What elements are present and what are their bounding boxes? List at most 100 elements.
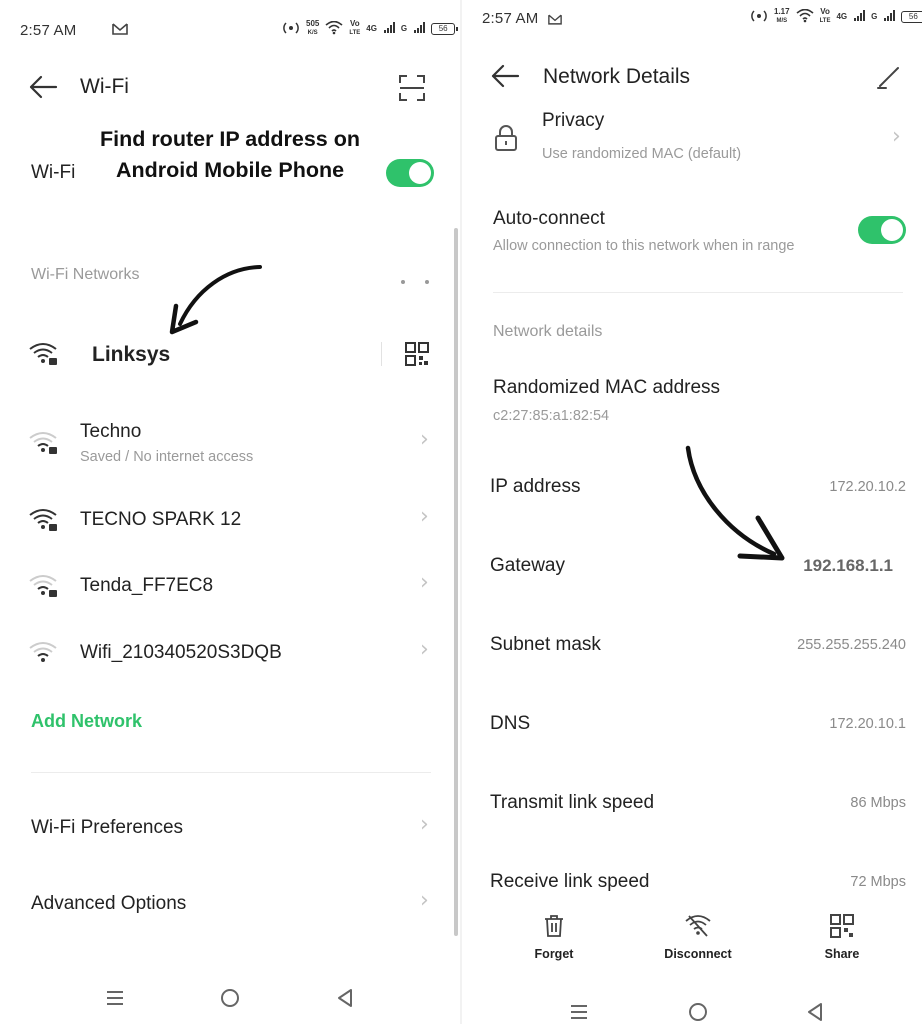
chevron-right-icon: › <box>892 124 901 149</box>
home-nav-icon[interactable] <box>688 1002 708 1024</box>
disconnect-label: Disconnect <box>664 947 732 961</box>
section-wifi-networks: Wi-Fi Networks <box>31 266 140 283</box>
network-type-g: G <box>400 23 408 33</box>
annotation-caption: Find router IP address on Android Mobile… <box>82 124 378 186</box>
network-type-g: G <box>871 11 878 21</box>
gateway-label: Gateway <box>490 555 565 576</box>
wifi-toggle-label: Wi-Fi <box>31 162 76 183</box>
network-item-wifi-2103[interactable]: Wifi_210340520S3DQB › <box>0 635 450 675</box>
subnet-mask-value: 255.255.255.240 <box>797 637 906 653</box>
page-title: Network Details <box>543 65 691 88</box>
menu-nav-icon[interactable] <box>106 990 124 1011</box>
network-item-tenda[interactable]: Tenda_FF7EC8 › <box>0 568 450 608</box>
status-icons: 1.17 M/S Vo LTE 4G G 56 <box>750 8 922 25</box>
menu-item-advanced-options[interactable]: Advanced Options › <box>0 888 450 922</box>
battery-icon: 56 <box>431 22 459 35</box>
wifi-locked-icon <box>29 508 59 537</box>
home-nav-icon[interactable] <box>220 988 240 1013</box>
status-icons: 505 K/S Vo LTE 4G G 56 <box>282 19 459 37</box>
divider <box>31 772 431 773</box>
dns-value: 172.20.10.1 <box>829 716 906 732</box>
scrollbar[interactable] <box>454 228 458 936</box>
trash-icon <box>543 914 565 943</box>
volte-indicator: Vo LTE <box>349 19 361 37</box>
mail-icon <box>112 22 128 40</box>
menu-nav-icon[interactable] <box>570 1004 588 1024</box>
back-arrow-icon[interactable] <box>28 74 58 105</box>
wifi-status-icon <box>325 20 343 37</box>
share-label: Share <box>824 947 860 961</box>
qr-code-icon[interactable] <box>405 342 429 371</box>
lock-icon <box>494 124 518 157</box>
mail-icon <box>548 12 562 30</box>
menu-label: Wi-Fi Preferences <box>31 817 184 838</box>
divider <box>493 292 903 293</box>
network-type-4g: 4G <box>836 11 848 21</box>
chevron-right-icon: › <box>420 570 429 595</box>
status-time: 2:57 AM <box>20 22 77 39</box>
wifi-locked-icon <box>29 342 59 371</box>
network-name: TECNO SPARK 12 <box>80 509 242 530</box>
page-title: Wi-Fi <box>80 75 129 98</box>
disconnect-button[interactable]: Disconnect <box>656 914 740 961</box>
annotation-line-2: Android Mobile Phone <box>115 158 345 182</box>
volte-indicator: Vo LTE <box>819 7 831 25</box>
back-nav-icon[interactable] <box>806 1002 824 1024</box>
subnet-mask-label: Subnet mask <box>490 634 601 655</box>
speed-indicator: 505 K/S <box>306 19 320 37</box>
privacy-row[interactable]: Privacy Use randomized MAC (default) › <box>462 106 922 170</box>
menu-item-wifi-preferences[interactable]: Wi-Fi Preferences › <box>0 812 450 846</box>
mac-value: c2:27:85:a1:82:54 <box>493 408 610 424</box>
receive-speed-label: Receive link speed <box>490 871 650 892</box>
signal-icon-2 <box>883 9 896 24</box>
privacy-sub: Use randomized MAC (default) <box>542 146 742 162</box>
section-network-details: Network details <box>493 323 603 340</box>
hotspot-icon <box>750 9 768 25</box>
edit-icon[interactable] <box>876 64 902 95</box>
mac-label: Randomized MAC address <box>493 377 721 398</box>
share-button[interactable]: Share <box>812 914 872 961</box>
privacy-title: Privacy <box>542 110 605 131</box>
hotspot-icon <box>282 21 300 37</box>
wifi-status-icon <box>796 8 814 25</box>
back-nav-icon[interactable] <box>336 988 354 1013</box>
scan-qr-icon[interactable] <box>398 74 426 107</box>
transmit-speed-value: 86 Mbps <box>850 795 906 811</box>
network-status: Saved / No internet access <box>80 449 254 465</box>
forget-label: Forget <box>534 947 574 961</box>
wifi-locked-icon <box>29 431 59 460</box>
chevron-right-icon: › <box>420 888 429 913</box>
network-name: Linksys <box>92 343 171 366</box>
wifi-locked-icon <box>29 574 59 603</box>
ip-address-label: IP address <box>490 476 581 497</box>
wifi-off-icon <box>685 914 711 943</box>
speed-indicator: 1.17 M/S <box>774 7 790 25</box>
auto-connect-title: Auto-connect <box>493 208 605 229</box>
more-options-icon[interactable] <box>398 272 432 290</box>
network-name: Wifi_210340520S3DQB <box>80 642 282 663</box>
separator <box>381 342 382 366</box>
annotation-arrow-icon <box>682 442 788 569</box>
network-name: Techno <box>80 421 142 442</box>
wifi-icon <box>29 641 59 670</box>
battery-icon: 56 <box>901 10 922 23</box>
add-network-link[interactable]: Add Network <box>31 711 142 732</box>
auto-connect-sub: Allow connection to this network when in… <box>493 238 795 254</box>
signal-icon <box>383 21 395 36</box>
auto-connect-toggle[interactable] <box>858 216 906 244</box>
network-type-4g: 4G <box>366 23 377 33</box>
network-item-tecno-spark[interactable]: TECNO SPARK 12 › <box>0 502 450 542</box>
back-arrow-icon[interactable] <box>490 63 520 94</box>
network-name: Tenda_FF7EC8 <box>80 575 214 596</box>
chevron-right-icon: › <box>420 637 429 662</box>
dns-label: DNS <box>490 713 531 734</box>
receive-speed-value: 72 Mbps <box>850 874 906 890</box>
wifi-screen: 2:57 AM 505 K/S Vo LTE 4G G 56 Wi-Fi Find … <box>0 0 460 1024</box>
menu-label: Advanced Options <box>31 893 187 914</box>
network-item-linksys[interactable]: Linksys <box>0 330 450 380</box>
wifi-toggle[interactable] <box>386 159 434 187</box>
forget-button[interactable]: Forget <box>524 914 584 961</box>
qr-code-icon <box>830 914 854 943</box>
status-time: 2:57 AM <box>482 10 539 27</box>
network-item-techno[interactable]: Techno Saved / No internet access › <box>0 415 450 471</box>
